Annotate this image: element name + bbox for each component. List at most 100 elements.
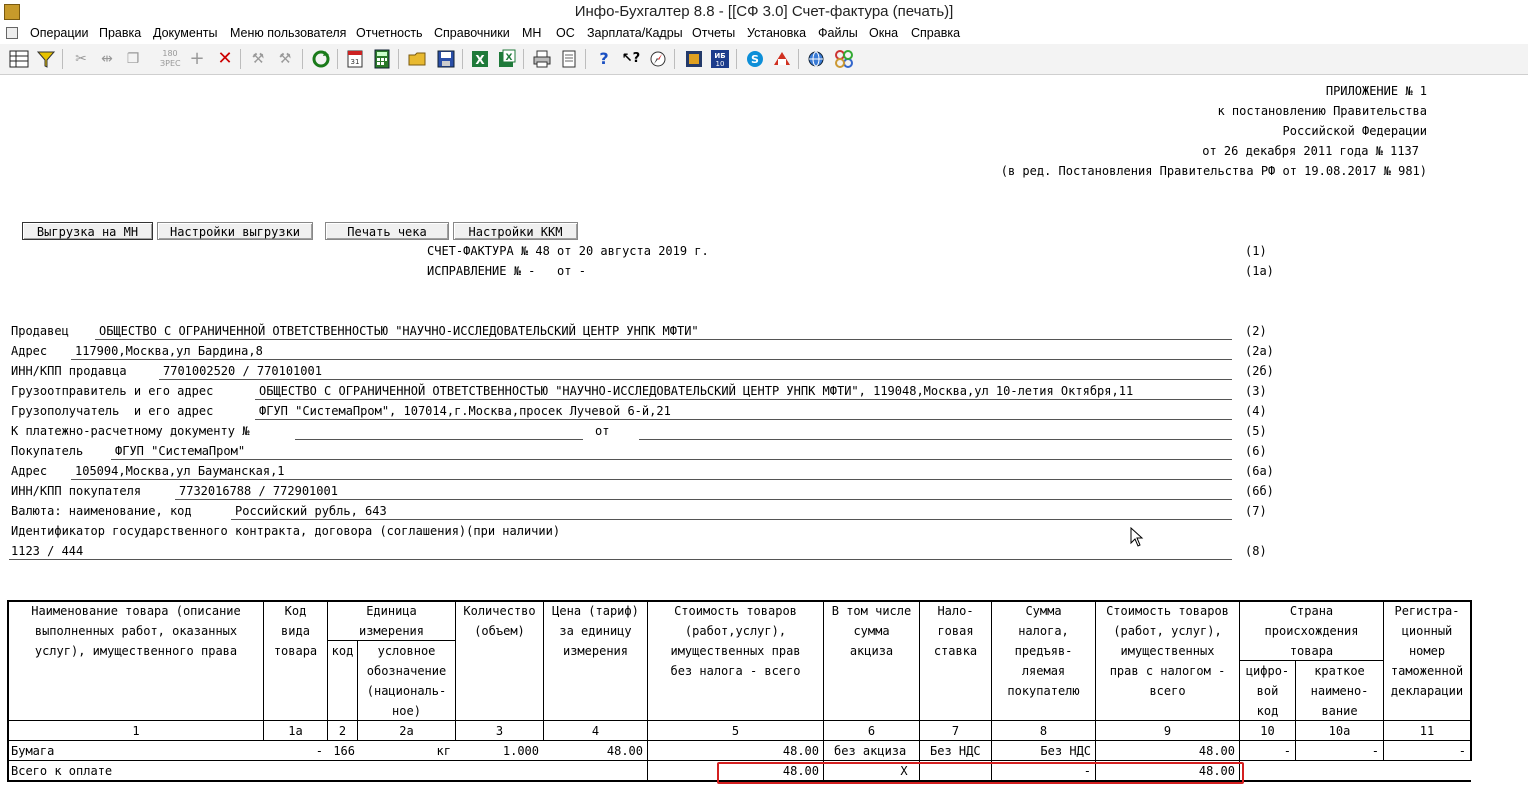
menu-user[interactable]: Меню пользователя <box>230 26 346 40</box>
delete-icon[interactable]: ✕ <box>215 49 235 69</box>
shipper-value: ОБЩЕСТВО С ОГРАНИЧЕННОЙ ОТВЕТСТВЕННОСТЬЮ… <box>259 384 1134 398</box>
excel-export-icon[interactable]: X <box>497 49 517 69</box>
appendix-label: ПРИЛОЖЕНИЕ № 1 <box>1325 84 1427 98</box>
col-num: 2 <box>338 724 347 738</box>
calculator-icon[interactable] <box>372 49 392 69</box>
tool-icon[interactable]: ⚒ <box>248 49 268 69</box>
col-num: 1а <box>288 724 303 738</box>
consignee-value: ФГУП "СистемаПром", 107014,г.Москва,прос… <box>259 404 671 418</box>
preview-icon[interactable] <box>559 49 579 69</box>
consignee-label: Грузополучатель и его адрес <box>11 404 214 418</box>
add-icon[interactable]: + <box>187 49 207 69</box>
menu-operations[interactable]: Операции <box>30 26 88 40</box>
col-num: 1 <box>132 724 140 738</box>
col-country-name-header: краткое наимено- вание <box>1310 664 1369 718</box>
col-num: 11 <box>1419 724 1435 738</box>
inn-value: 7701002520 / 770101001 <box>163 364 322 378</box>
address-value: 117900,Москва,ул Бардина,8 <box>75 344 263 358</box>
compass-icon[interactable] <box>648 49 668 69</box>
buyer-inn-code: (6б) <box>1245 484 1274 498</box>
row-qty: 1.000 <box>502 744 539 758</box>
toolbar: ✂ ⇹ ❐ 180 ЗРЕС + ✕ ⚒ ⚒ 31 X X ? ↖? ИБ 10… <box>0 44 1528 75</box>
svg-text:X: X <box>506 53 513 63</box>
cut-icon[interactable]: ✂ <box>71 49 91 69</box>
menu-os[interactable]: ОС <box>556 26 575 40</box>
kkm-settings-button[interactable]: Настройки ККМ <box>453 222 578 240</box>
seller-value: ОБЩЕСТВО С ОГРАНИЧЕННОЙ ОТВЕТСТВЕННОСТЬЮ… <box>99 324 699 338</box>
web-icon[interactable] <box>806 49 826 69</box>
col-excise-header: В том числе сумма акциза <box>831 604 912 658</box>
menu-windows[interactable]: Окна <box>869 26 898 40</box>
export-mn-button[interactable]: Выгрузка на МН <box>22 222 153 240</box>
row-name: Бумага <box>11 744 55 758</box>
row-country-code: - <box>1283 744 1291 758</box>
open-folder-icon[interactable] <box>408 49 428 69</box>
system-menu-icon[interactable] <box>6 27 18 39</box>
menu-reports[interactable]: Отчеты <box>692 26 735 40</box>
menu-reporting[interactable]: Отчетность <box>356 26 423 40</box>
menu-settings[interactable]: Установка <box>747 26 806 40</box>
row-country: - <box>1371 744 1379 758</box>
menu-mn[interactable]: МН <box>522 26 541 40</box>
print-icon[interactable] <box>532 49 552 69</box>
svg-text:31: 31 <box>351 58 360 66</box>
calendar-icon[interactable]: 31 <box>345 49 365 69</box>
row-kind: - <box>315 744 323 758</box>
consignee-code: (4) <box>1245 404 1267 418</box>
ib10-icon[interactable]: ИБ 10 <box>710 49 730 69</box>
split-icon[interactable]: ⇹ <box>97 49 117 69</box>
col-qty-header: Количество (объем) <box>463 604 536 638</box>
print-check-button[interactable]: Печать чека <box>325 222 449 240</box>
export-settings-button[interactable]: Настройки выгрузки <box>157 222 313 240</box>
appendix-line-4: от 26 декабря 2011 года № 1137 <box>1202 144 1419 158</box>
menu-salary[interactable]: Зарплата/Кадры <box>587 26 683 40</box>
menu-edit[interactable]: Правка <box>99 26 141 40</box>
contract-value: 1123 / 444 <box>11 544 84 558</box>
invoice-title: СЧЕТ-ФАКТУРА № 48 от 20 августа 2019 г. <box>427 244 709 258</box>
row-tax: Без НДС <box>1040 744 1091 758</box>
col-num: 4 <box>591 724 600 738</box>
skype-icon[interactable]: S <box>745 49 765 69</box>
menu-directories[interactable]: Справочники <box>434 26 510 40</box>
col-num: 10 <box>1260 724 1275 738</box>
menu-help[interactable]: Справка <box>911 26 960 40</box>
address-code: (2а) <box>1245 344 1274 358</box>
col-country-code-header: цифро- вой код <box>1245 664 1290 718</box>
book-icon[interactable] <box>684 49 704 69</box>
grid-icon[interactable] <box>9 49 29 69</box>
menu-documents[interactable]: Документы <box>153 26 217 40</box>
inn-code: (2б) <box>1245 364 1274 378</box>
row-price: 48.00 <box>606 744 643 758</box>
menu-files[interactable]: Файлы <box>818 26 858 40</box>
remote-icon[interactable] <box>772 49 792 69</box>
correction-code: (1а) <box>1245 264 1274 278</box>
col-unit-group-header: Единица измерения <box>358 604 425 638</box>
save-icon[interactable] <box>436 49 456 69</box>
col-num: 10а <box>1328 724 1351 738</box>
shipper-label: Грузоотправитель и его адрес <box>11 384 214 398</box>
excel-icon[interactable]: X <box>470 49 490 69</box>
context-help-icon[interactable]: ↖? <box>621 49 641 69</box>
currency-value: Российский рубль, 643 <box>235 504 387 518</box>
row-unit: кг <box>436 744 451 758</box>
col-num: 3 <box>495 724 504 738</box>
tool2-icon[interactable]: ⚒ <box>275 49 295 69</box>
col-tax-header: Сумма налога, предъяв- ляемая покупателю <box>1007 604 1080 698</box>
help-icon[interactable]: ? <box>594 49 614 69</box>
invoice-title-code: (1) <box>1245 244 1267 258</box>
highlight-box <box>717 762 1244 784</box>
connect-icon[interactable] <box>834 49 854 69</box>
copy-icon[interactable]: ❐ <box>123 49 143 69</box>
col-num: 7 <box>951 724 960 738</box>
buyer-address-code: (6а) <box>1245 464 1274 478</box>
filter-icon[interactable] <box>36 49 56 69</box>
shipper-code: (3) <box>1245 384 1267 398</box>
row-decl: - <box>1458 744 1466 758</box>
stamp-icon[interactable]: 180 ЗРЕС <box>160 49 181 69</box>
refresh-icon[interactable] <box>311 49 331 69</box>
buyer-label: Покупатель <box>11 444 84 458</box>
col-cost-header: Стоимость товаров (работ,услуг), имущест… <box>670 604 801 678</box>
contract-code: (8) <box>1245 544 1267 558</box>
seller-code: (2) <box>1245 324 1267 338</box>
row-excise: без акциза <box>834 744 907 758</box>
